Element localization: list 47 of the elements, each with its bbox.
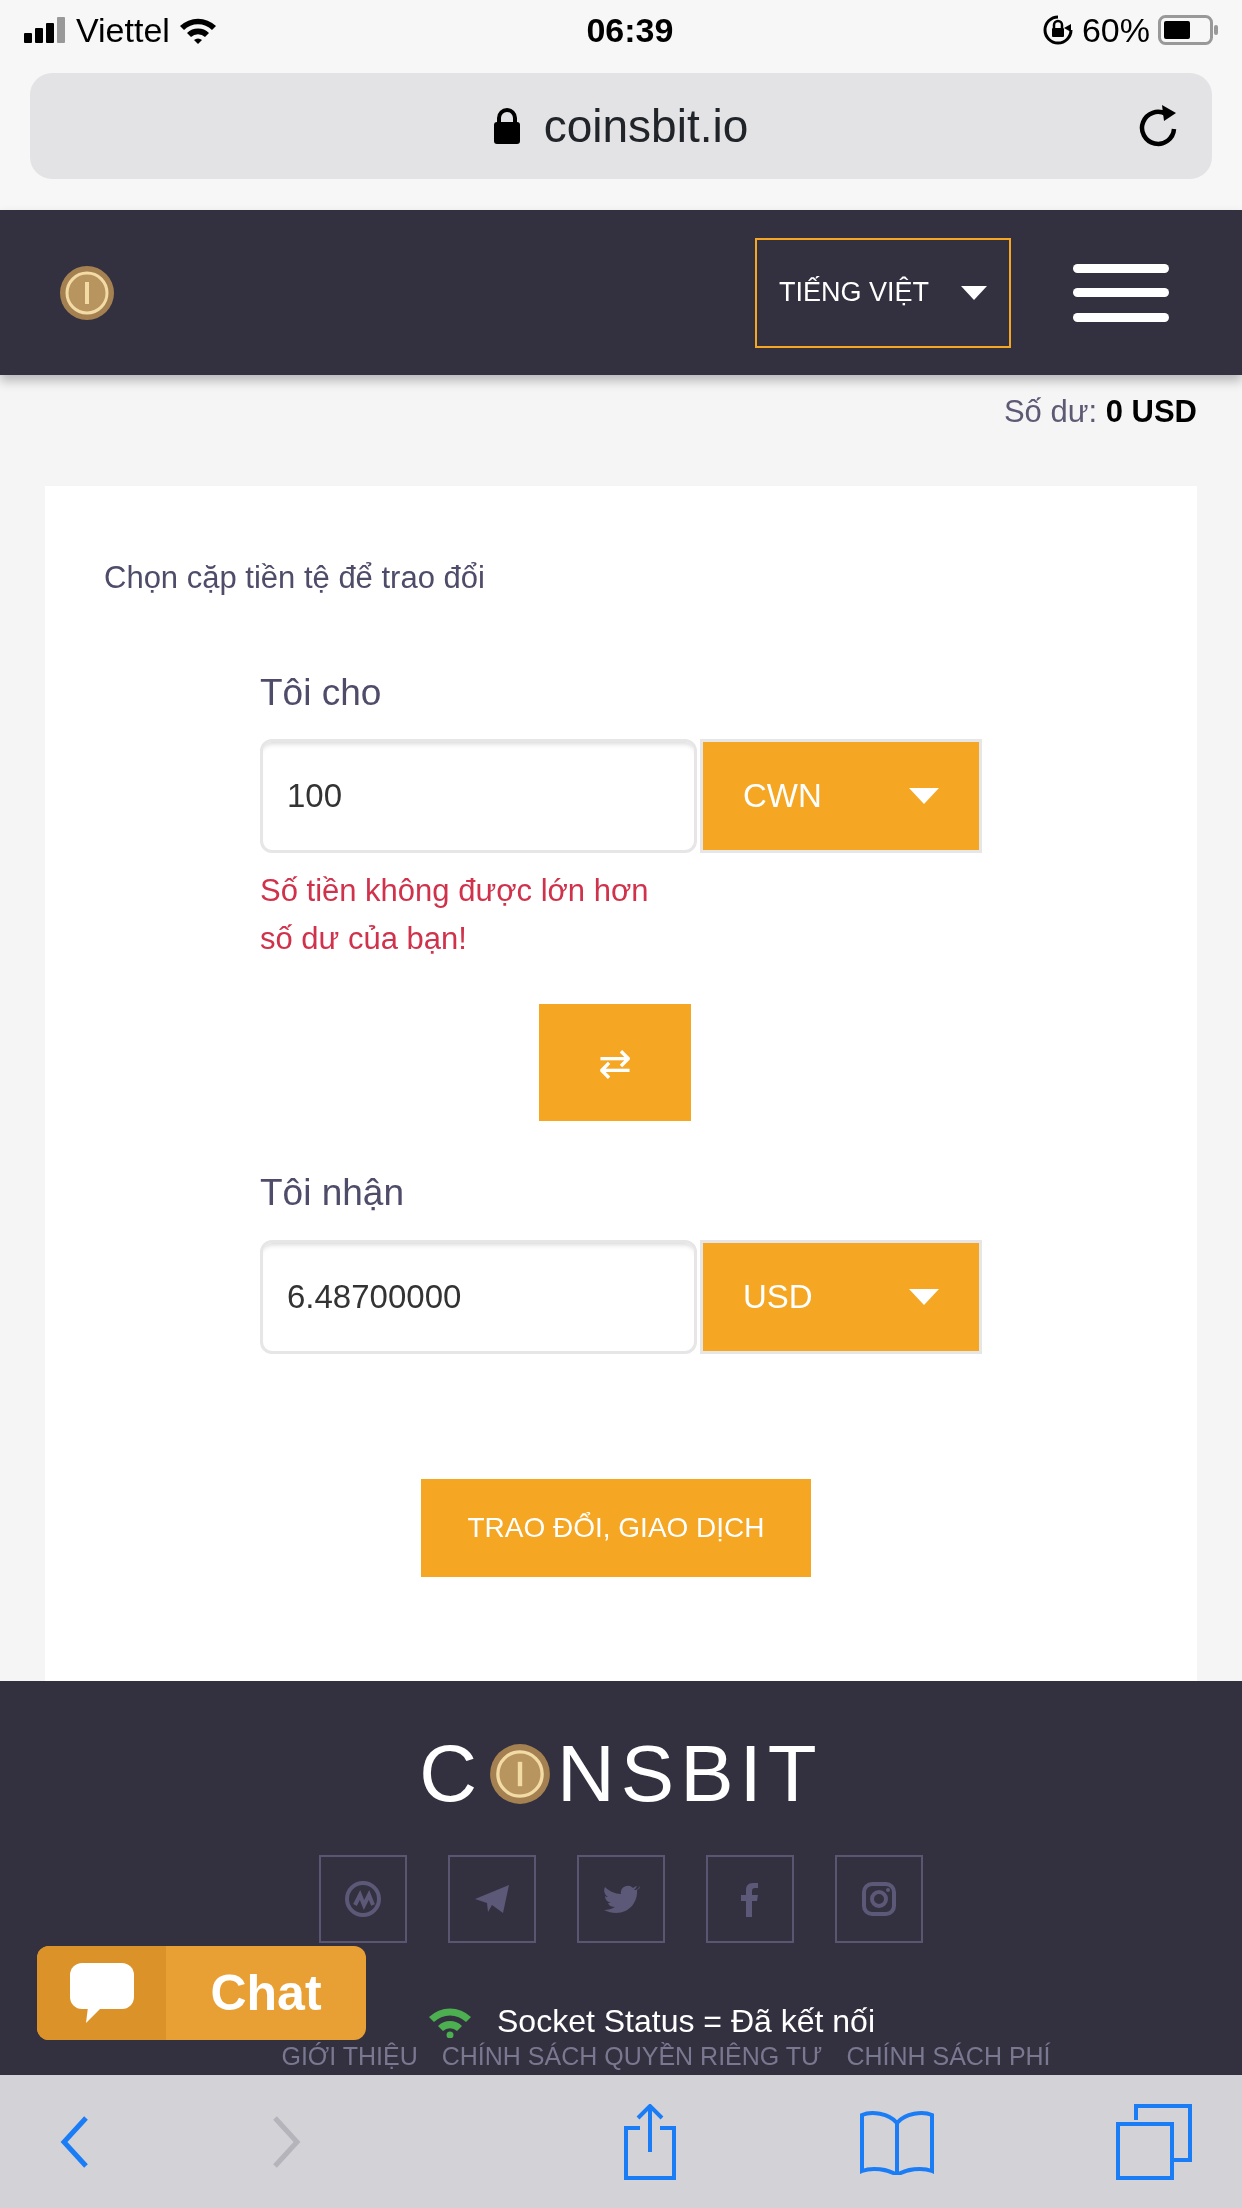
- field-label: Tôi nhận: [260, 1171, 405, 1215]
- form-title: Chọn cặp tiền tệ để trao đổi: [104, 559, 486, 597]
- caret-icon: [909, 788, 939, 804]
- battery-icon: [1158, 15, 1218, 45]
- lock-icon: [493, 108, 520, 144]
- address-bar[interactable]: coinsbit.io: [30, 73, 1212, 179]
- coinmarketcap-icon: [343, 1879, 383, 1919]
- exchange-button[interactable]: TRAO ĐỔI, GIAO DỊCH: [421, 1479, 811, 1577]
- book-icon[interactable]: [859, 2108, 935, 2175]
- signal-icon: [24, 17, 68, 43]
- footer-link[interactable]: CHÍNH SÁCH QUYỀN RIÊNG TƯ: [441, 2041, 823, 2071]
- url-text: coinsbit.io: [543, 98, 749, 154]
- instagram-icon: [859, 1879, 899, 1919]
- chat-button[interactable]: Chat: [37, 1946, 366, 2040]
- footer-link[interactable]: CHÍNH SÁCH PHÍ: [846, 2041, 1051, 2071]
- swap-button[interactable]: ⇄: [539, 1004, 691, 1121]
- caret-icon: [961, 285, 987, 300]
- social-button[interactable]: [577, 1855, 665, 1943]
- balance-text: Số dư: 0 USD: [1003, 394, 1197, 429]
- coin-logo-icon[interactable]: [59, 264, 115, 321]
- error-message: Số tiền không được lớn hơn số dư của bạn!: [260, 872, 650, 958]
- field-label: Tôi cho: [260, 671, 383, 715]
- menu-icon: [1073, 263, 1169, 322]
- language-select[interactable]: TIẾNG VIỆT: [755, 237, 1011, 348]
- currency-select[interactable]: USD: [700, 1240, 982, 1354]
- social-button[interactable]: [448, 1855, 536, 1943]
- amount-field[interactable]: 6.48700000: [260, 1240, 697, 1354]
- menu-button[interactable]: [1073, 263, 1169, 322]
- rotation-lock-icon: [1041, 14, 1074, 46]
- coin-logo-icon: [489, 1743, 552, 1805]
- currency-select[interactable]: CWN: [700, 739, 982, 853]
- social-button[interactable]: [319, 1855, 407, 1943]
- logo-text: C: [419, 1739, 484, 1809]
- battery-percent: 60%: [1081, 9, 1150, 51]
- socket-status: Socket Status = Đã kết nối: [497, 2002, 875, 2041]
- carrier-name: Viettel: [76, 9, 170, 51]
- tabs-icon[interactable]: [1116, 2103, 1192, 2180]
- share-icon[interactable]: [622, 2103, 678, 2180]
- back-icon[interactable]: [60, 2114, 90, 2169]
- footer-link[interactable]: GIỚI THIỆU: [281, 2041, 418, 2071]
- social-button[interactable]: [835, 1855, 923, 1943]
- caret-icon: [909, 1289, 939, 1305]
- clock-time: 06:39: [585, 9, 675, 51]
- social-button[interactable]: [706, 1855, 794, 1943]
- speech-bubble-icon: [69, 1963, 134, 2023]
- amount-field[interactable]: 100: [260, 739, 697, 853]
- logo-text: NSBIT: [557, 1739, 823, 1809]
